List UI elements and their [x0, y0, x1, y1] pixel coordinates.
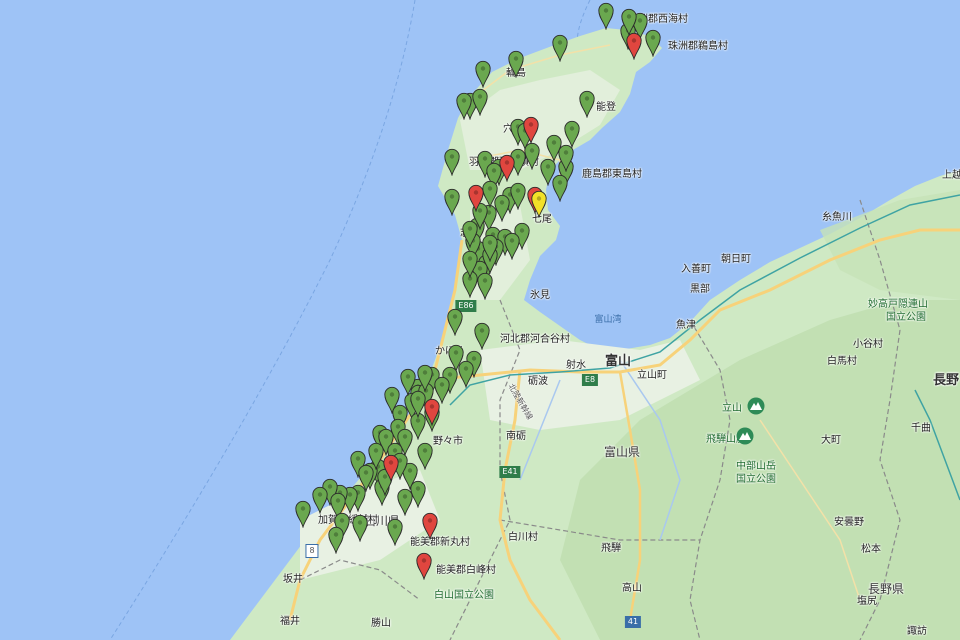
map-pin-red-3[interactable] [499, 154, 515, 182]
label-nanto: 南砺 [506, 431, 526, 442]
label-chikuma: 千曲 [911, 423, 931, 434]
map-pin-green-9[interactable] [472, 88, 488, 116]
label-toyama: 富山 [604, 354, 632, 369]
map-pin-green-31[interactable] [504, 232, 520, 260]
map-pin-red-9[interactable] [416, 552, 432, 580]
label-nonoichi: 野々市 [433, 436, 463, 447]
map-pin-green-5[interactable] [508, 50, 524, 78]
label-chubu-park-1: 中部山岳 [736, 461, 776, 472]
label-nyuzen: 入善町 [681, 264, 711, 275]
map-pin-green-68[interactable] [312, 486, 328, 514]
map-pin-green-4[interactable] [552, 34, 568, 62]
map-pin-green-83[interactable] [417, 364, 433, 392]
label-hakusan-park: 白山国立公園 [434, 590, 494, 601]
route-41: 41 [624, 616, 642, 628]
label-nagano-pref: 長野県 [867, 582, 905, 596]
label-katsuyama: 勝山 [371, 618, 391, 629]
map-pin-red-4[interactable] [468, 184, 484, 212]
map-pin-green-6[interactable] [475, 60, 491, 88]
route-8: 8 [305, 544, 319, 558]
label-azumino: 安曇野 [834, 517, 864, 528]
map-pin-green-40[interactable] [474, 322, 490, 350]
label-matsumoto: 松本 [861, 544, 881, 555]
map-pin-red-7[interactable] [383, 454, 399, 482]
label-kahoku-kawaigaya: 河北郡河合谷村 [500, 334, 570, 345]
label-hakuba: 白馬村 [827, 356, 857, 367]
map-pin-green-37[interactable] [444, 188, 460, 216]
map-pin-red-1[interactable] [626, 32, 642, 60]
map-pin-green-72[interactable] [328, 526, 344, 554]
label-chubu-park-2: 国立公園 [736, 474, 776, 485]
label-himi: 氷見 [530, 290, 550, 301]
map-pin-red-8[interactable] [422, 512, 438, 540]
map-pin-yellow-1[interactable] [531, 190, 547, 218]
map-pin-green-88[interactable] [462, 250, 478, 278]
label-shiojiri: 塩尻 [857, 596, 877, 607]
label-itoigawa: 糸魚川 [822, 212, 852, 223]
label-suwa: 諏訪 [907, 626, 927, 637]
map-pin-green-1[interactable] [598, 2, 614, 30]
label-fukui: 福井 [280, 616, 300, 627]
map-pin-green-95[interactable] [552, 174, 568, 202]
map-pin-green-43[interactable] [458, 360, 474, 388]
label-toyama-pref: 富山県 [603, 445, 641, 459]
map-pin-green-8[interactable] [456, 92, 472, 120]
label-shirakawa: 白川村 [508, 532, 538, 543]
label-nomi-shinmaru: 能美郡新丸村 [410, 537, 470, 548]
route-e8: E8 [581, 374, 599, 386]
map-pin-red-6[interactable] [424, 398, 440, 426]
map-pin-green-73[interactable] [387, 518, 403, 546]
label-takayama: 高山 [622, 583, 642, 594]
mountain-icon-tateyama [747, 397, 765, 415]
label-jouetsu: 上越 [942, 170, 960, 181]
map-pin-green-92[interactable] [558, 144, 574, 172]
label-kashima-higashijima: 鹿島郡東島村 [582, 169, 642, 180]
label-hida: 飛騨 [601, 543, 621, 554]
label-tonami: 砺波 [528, 376, 548, 387]
map-pin-green-75[interactable] [397, 488, 413, 516]
map-pin-green-58[interactable] [417, 442, 433, 470]
label-uozu: 魚津 [676, 320, 696, 331]
map-pin-green-87[interactable] [482, 234, 498, 262]
label-tateyama-town: 立山町 [637, 370, 667, 381]
map-pin-green-80[interactable] [368, 442, 384, 470]
label-otari: 小谷村 [853, 339, 883, 350]
label-nomi-shiramine: 能美郡白峰村 [436, 565, 496, 576]
map-pin-green-71[interactable] [352, 514, 368, 542]
mountain-icon-hida [736, 427, 754, 445]
map-pin-green-39[interactable] [447, 308, 463, 336]
map-canvas[interactable]: 珠洲郡西海村 珠洲郡鵜島村 輪島 能登 穴水 羽咋郡西穂積村 鹿島郡東島村 七尾… [0, 0, 960, 640]
label-asahi: 朝日町 [721, 254, 751, 265]
map-pin-green-10[interactable] [579, 90, 595, 118]
label-kurobe: 黒部 [690, 284, 710, 295]
label-noto: 能登 [596, 102, 616, 113]
label-suzu-hotojima: 珠洲郡鵜島村 [668, 41, 728, 52]
label-nagano-city: 長野 [932, 373, 960, 388]
label-imizu: 射水 [566, 360, 586, 371]
map-pin-green-84[interactable] [400, 368, 416, 396]
map-pin-red-2[interactable] [523, 116, 539, 144]
map-pin-green-23[interactable] [510, 182, 526, 210]
map-pin-green-85[interactable] [384, 386, 400, 414]
label-sakai: 坂井 [283, 574, 303, 585]
label-myoko-park-1: 妙高戸隠連山 [868, 299, 928, 310]
route-e41: E41 [499, 466, 521, 478]
label-myoko-park-2: 国立公園 [886, 312, 926, 323]
label-omachi: 大町 [821, 435, 841, 446]
label-tateyama-mtn: 立山 [722, 403, 742, 414]
map-pin-green-14[interactable] [444, 148, 460, 176]
map-pin-green-86[interactable] [477, 272, 493, 300]
map-pin-green-77[interactable] [295, 500, 311, 528]
label-toyama-bay: 富山湾 [594, 315, 622, 325]
